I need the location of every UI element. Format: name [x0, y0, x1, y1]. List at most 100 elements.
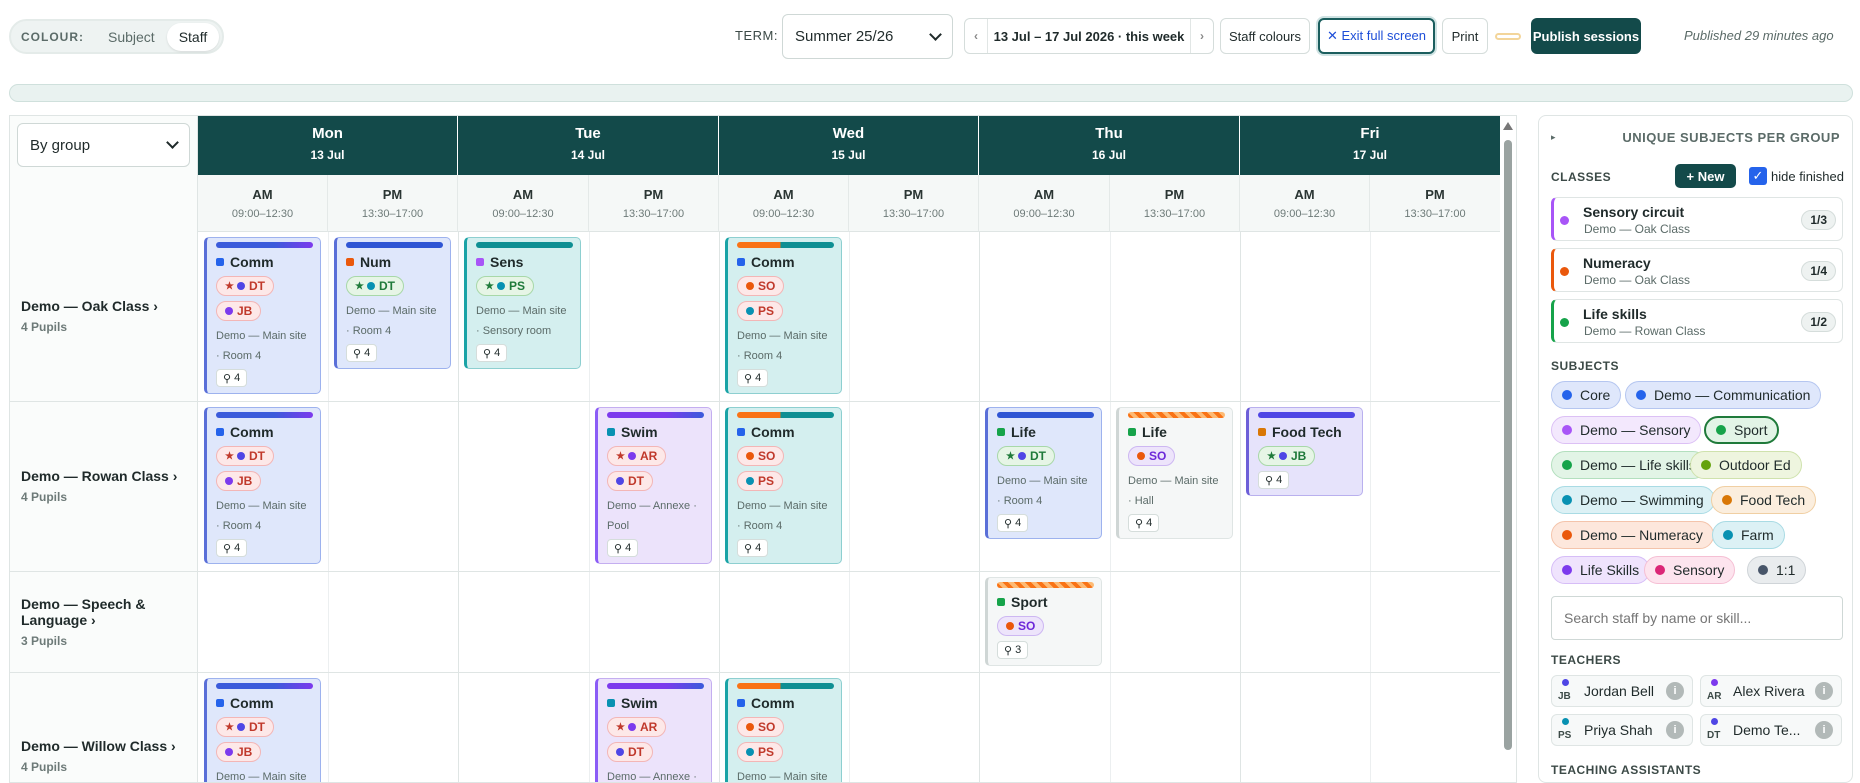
session-card[interactable]: Comm SO PS Demo — Main site ·: [725, 678, 842, 782]
staff-colours-button[interactable]: Staff colours: [1220, 18, 1310, 54]
class-item-sensory-circuit[interactable]: Sensory circuit Demo — Oak Class 1/3: [1551, 197, 1843, 241]
week-label[interactable]: 13 Jul – 17 Jul 2026 · this week: [988, 29, 1190, 44]
colour-label: COLOUR:: [21, 29, 84, 44]
session-card[interactable]: Swim ★ AR DT Demo — Annexe ·: [595, 678, 712, 782]
slot-header: AM 09:00–12:30: [979, 175, 1110, 232]
class-item-life-skills[interactable]: Life skills Demo — Rowan Class 1/2: [1551, 299, 1843, 343]
slot-header: AM 09:00–12:30: [198, 175, 328, 232]
top-toolbar: COLOUR: Subject Staff TERM: Summer 25/26…: [0, 0, 1860, 72]
exit-fullscreen-button[interactable]: ✕ Exit full screen: [1318, 18, 1435, 54]
staff-chip[interactable]: ★ AR: [607, 717, 667, 737]
group-row-willow[interactable]: Demo — Willow Class › 4 Pupils: [21, 738, 176, 775]
pupil-count: ⚲ 4: [997, 514, 1029, 532]
staff-search-input[interactable]: [1551, 596, 1843, 640]
staff-chip[interactable]: ★ AR: [607, 446, 667, 466]
staff-chip[interactable]: SO: [737, 717, 785, 737]
subject-chip[interactable]: Demo — Communication: [1625, 381, 1822, 409]
staff-chip[interactable]: SO: [737, 446, 785, 466]
session-card[interactable]: Sens ★ PS Demo — Main site · Sensory room…: [464, 237, 581, 369]
staff-chip[interactable]: ★ DT: [346, 276, 404, 296]
term-select[interactable]: Summer 25/26: [782, 14, 953, 59]
session-card[interactable]: Life SO Demo — Main site · Hall ⚲ 4: [1116, 407, 1233, 539]
group-row-speech[interactable]: Demo — Speech & Language › 3 Pupils: [21, 596, 171, 649]
grid-scrollbar[interactable]: [1502, 118, 1514, 783]
staff-chip[interactable]: JB: [216, 301, 262, 321]
published-status: Published 29 minutes ago: [1684, 28, 1834, 43]
info-icon[interactable]: i: [1666, 721, 1684, 739]
day-header-fri: Fri 17 Jul: [1240, 116, 1500, 175]
staff-chip[interactable]: ★ DT: [216, 717, 274, 737]
publish-sessions-button[interactable]: Publish sessions: [1531, 18, 1641, 54]
hide-finished-checkbox[interactable]: ✓: [1749, 167, 1767, 185]
subject-chip[interactable]: Sensory: [1644, 556, 1736, 584]
pupil-count: ⚲ 4: [607, 539, 639, 557]
collapse-icon[interactable]: ▸: [1551, 132, 1556, 143]
colour-mode-toggle: COLOUR: Subject Staff: [9, 19, 225, 54]
prev-week-button[interactable]: ‹: [965, 19, 988, 53]
staff-chip[interactable]: ★ DT: [216, 276, 274, 296]
session-card[interactable]: Comm ★ DT JB Demo — Main site · Room 4 ⚲ …: [204, 407, 321, 564]
slot-header: AM 09:00–12:30: [1240, 175, 1370, 232]
info-icon[interactable]: i: [1815, 682, 1833, 700]
pupil-count: ⚲ 4: [1258, 471, 1290, 489]
session-card[interactable]: Sport SO ⚲ 3: [985, 577, 1102, 666]
session-card[interactable]: Life ★ DT Demo — Main site · Room 4 ⚲ 4: [985, 407, 1102, 539]
pupil-count: ⚲ 4: [737, 539, 769, 557]
colour-subject-option[interactable]: Subject: [96, 23, 167, 51]
staff-chip[interactable]: PS: [737, 742, 784, 762]
session-card[interactable]: Num ★ DT Demo — Main site · Room 4 ⚲ 4: [334, 237, 451, 369]
teacher-card[interactable]: JB Jordan Bell i: [1551, 675, 1693, 707]
staff-chip[interactable]: ★ JB: [1258, 446, 1316, 466]
info-icon[interactable]: i: [1666, 682, 1684, 700]
session-card[interactable]: Comm ★ DT JB Demo — Main site · Room 4 ⚲ …: [204, 237, 321, 394]
sidebar-panel: ▸ UNIQUE SUBJECTS PER GROUP CLASSES + Ne…: [1538, 115, 1853, 783]
new-class-button[interactable]: + New: [1675, 164, 1736, 188]
subject-chip[interactable]: Demo — Swimming: [1551, 486, 1715, 514]
print-button[interactable]: Print: [1442, 18, 1488, 54]
session-card[interactable]: Comm SO PS Demo — Main site · Room 4 ⚲ 4: [725, 237, 842, 394]
teacher-card[interactable]: DT Demo Te... i: [1700, 714, 1842, 746]
info-icon[interactable]: i: [1815, 721, 1833, 739]
group-row-rowan[interactable]: Demo — Rowan Class › 4 Pupils: [21, 468, 177, 505]
subject-chip[interactable]: Life Skills: [1551, 556, 1651, 584]
scroll-up-icon[interactable]: [1503, 122, 1513, 130]
pupil-count: ⚲ 4: [737, 369, 769, 387]
subject-chip[interactable]: Demo — Life skills: [1551, 451, 1707, 479]
staff-chip[interactable]: PS: [737, 301, 784, 321]
group-row-oak[interactable]: Demo — Oak Class › 4 Pupils: [21, 298, 158, 335]
subject-chip[interactable]: Demo — Numeracy: [1551, 521, 1714, 549]
staff-chip[interactable]: ★ DT: [997, 446, 1055, 466]
staff-chip[interactable]: JB: [216, 471, 262, 491]
session-card[interactable]: Comm SO PS Demo — Main site · Room 4 ⚲ 4: [725, 407, 842, 564]
subject-chip[interactable]: Outdoor Ed: [1690, 451, 1802, 479]
class-item-numeracy[interactable]: Numeracy Demo — Oak Class 1/4: [1551, 248, 1843, 292]
staff-chip[interactable]: DT: [607, 471, 653, 491]
colour-staff-option[interactable]: Staff: [166, 22, 220, 51]
session-card[interactable]: Food Tech ★ JB ⚲ 4: [1246, 407, 1363, 496]
session-card[interactable]: Swim ★ AR DT Demo — Annexe · Pool ⚲ 4: [595, 407, 712, 564]
subject-chip[interactable]: Core: [1551, 381, 1622, 409]
staff-chip[interactable]: SO: [997, 616, 1045, 636]
staff-chip[interactable]: SO: [1128, 446, 1176, 466]
next-week-button[interactable]: ›: [1190, 19, 1213, 53]
subject-chip[interactable]: Farm: [1712, 521, 1785, 549]
group-by-select[interactable]: By group: [17, 123, 190, 167]
pupil-count: ⚲ 4: [216, 369, 248, 387]
staff-chip[interactable]: JB: [216, 742, 262, 762]
subject-chip[interactable]: 1:1: [1747, 556, 1807, 584]
term-value: Summer 25/26: [795, 28, 894, 45]
pupil-count: ⚲ 4: [216, 539, 248, 557]
staff-chip[interactable]: DT: [607, 742, 653, 762]
subject-chip[interactable]: Demo — Sensory: [1551, 416, 1702, 444]
teacher-card[interactable]: PS Priya Shah i: [1551, 714, 1693, 746]
staff-chip[interactable]: ★ DT: [216, 446, 274, 466]
teacher-card[interactable]: AR Alex Rivera i: [1700, 675, 1842, 707]
staff-chip[interactable]: ★ PS: [476, 276, 534, 296]
staff-chip[interactable]: SO: [737, 276, 785, 296]
scrollbar-thumb[interactable]: [1504, 140, 1512, 750]
staff-chip[interactable]: PS: [737, 471, 784, 491]
slot-header: AM 09:00–12:30: [458, 175, 589, 232]
subject-chip[interactable]: Food Tech: [1711, 486, 1817, 514]
session-card[interactable]: Comm ★DT JB Demo — Main site ·: [204, 678, 321, 782]
subject-chip[interactable]: Sport: [1704, 416, 1780, 444]
